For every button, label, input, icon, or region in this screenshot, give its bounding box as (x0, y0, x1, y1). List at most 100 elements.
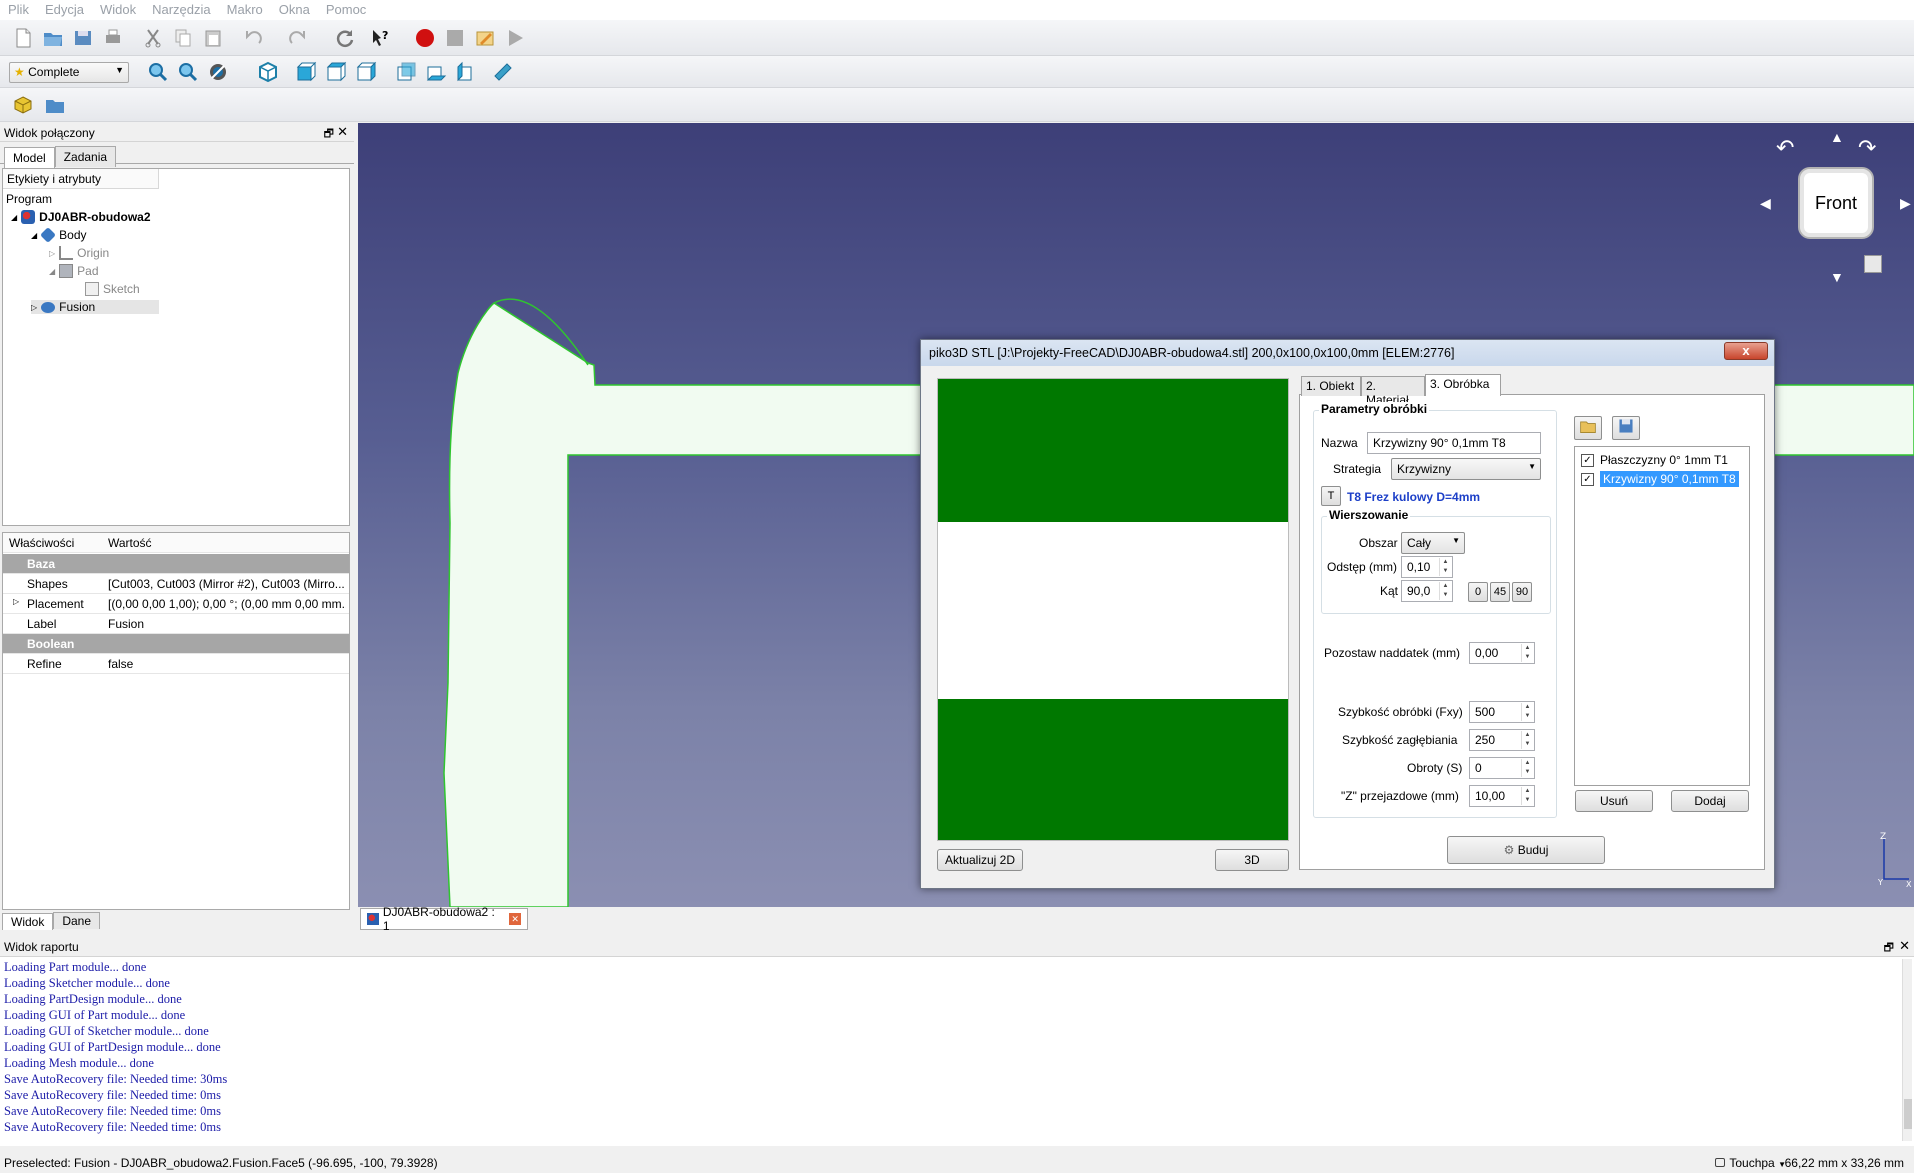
expand-icon[interactable]: ▷ (13, 597, 19, 606)
nav-right-arrow-icon[interactable]: ▶ (1900, 195, 1911, 212)
update-2d-button[interactable]: Aktualizuj 2D (937, 849, 1023, 871)
rotate-left-icon[interactable]: ↶ (1776, 135, 1794, 161)
add-button[interactable]: Dodaj (1671, 790, 1749, 812)
menu-windows[interactable]: Okna (271, 0, 318, 17)
open-ops-button[interactable] (1574, 416, 1602, 440)
spin-arrows-icon[interactable]: ▲ ▼ (1439, 558, 1451, 576)
record-macro-icon[interactable] (412, 25, 438, 51)
tab-view[interactable]: Widok (2, 913, 54, 930)
property-value[interactable]: false (108, 657, 346, 671)
collapse-icon[interactable]: ◢ (49, 267, 55, 276)
build-button[interactable]: ⚙ Buduj (1447, 836, 1605, 864)
tab-data[interactable]: Dane (53, 912, 101, 929)
undo-icon[interactable] (240, 25, 266, 51)
top-view-icon[interactable] (323, 59, 349, 85)
property-row-label[interactable]: Label Fusion (3, 614, 349, 634)
tab-model[interactable]: Model (4, 147, 55, 168)
dialog-close-button[interactable]: x (1724, 342, 1768, 360)
property-group-boolean[interactable]: Boolean (3, 634, 349, 654)
refresh-icon[interactable] (332, 25, 358, 51)
spin-arrows-icon[interactable]: ▲ ▼ (1521, 759, 1533, 777)
remove-button[interactable]: Usuń (1575, 790, 1653, 812)
fit-all-icon[interactable] (145, 59, 171, 85)
name-field[interactable]: Krzywizny 90° 0,1mm T8 (1367, 432, 1541, 454)
spin-arrows-icon[interactable]: ▲ ▼ (1521, 703, 1533, 721)
feed-spinbox[interactable]: 500 ▲ ▼ (1469, 701, 1535, 723)
front-view-icon[interactable] (293, 59, 319, 85)
tab-tasks[interactable]: Zadania (54, 146, 117, 167)
report-scrollbar[interactable] (1902, 959, 1912, 1141)
copy-icon[interactable] (170, 25, 196, 51)
left-view-icon[interactable] (453, 59, 479, 85)
nav-cube-menu-icon[interactable] (1864, 255, 1882, 273)
nav-cube[interactable]: Front (1798, 167, 1874, 239)
workbench-selector[interactable]: ★ Complete ▼ (9, 62, 129, 83)
tab-material[interactable]: 2. Materiał (1361, 376, 1425, 407)
area-select[interactable]: Cały ▼ (1401, 532, 1465, 554)
spin-arrows-icon[interactable]: ▲ ▼ (1521, 731, 1533, 749)
print-icon[interactable] (100, 25, 126, 51)
collapse-icon[interactable]: ◢ (11, 213, 17, 222)
operation-item[interactable]: ✓ Płaszczyzny 0° 1mm T1 (1581, 453, 1728, 467)
angle-spinbox[interactable]: 90,0 ▲ ▼ (1401, 580, 1453, 602)
document-tab[interactable]: DJ0ABR-obudowa2 : 1 ✕ (360, 905, 528, 933)
menu-edit[interactable]: Edycja (37, 0, 92, 17)
expand-icon[interactable]: ▷ (49, 249, 55, 258)
spin-arrows-icon[interactable]: ▲ ▼ (1439, 582, 1451, 600)
nav-up-arrow-icon[interactable]: ▲ (1830, 129, 1844, 145)
right-view-icon[interactable] (353, 59, 379, 85)
group-icon[interactable] (42, 92, 68, 118)
isometric-view-icon[interactable] (255, 59, 281, 85)
cut-icon[interactable] (140, 25, 166, 51)
scrollbar-thumb[interactable] (1904, 1099, 1912, 1129)
paste-icon[interactable] (200, 25, 226, 51)
report-view[interactable]: Loading Part module... done Loading Sket… (0, 956, 1914, 1146)
nav-left-arrow-icon[interactable]: ◀ (1760, 195, 1771, 212)
measure-icon[interactable] (490, 59, 516, 85)
z-travel-spinbox[interactable]: 10,00 ▲ ▼ (1469, 785, 1535, 807)
menu-help[interactable]: Pomoc (318, 0, 374, 17)
toolpath-preview[interactable] (937, 378, 1289, 841)
close-icon[interactable]: ✕ (337, 124, 348, 140)
menu-macro[interactable]: Makro (219, 0, 271, 17)
property-group-base[interactable]: Baza (3, 554, 349, 574)
tree-item-origin[interactable]: ▷ Origin (49, 246, 109, 260)
view-3d-button[interactable]: 3D (1215, 849, 1289, 871)
step-spinbox[interactable]: 0,10 ▲ ▼ (1401, 556, 1453, 578)
open-file-icon[interactable] (40, 25, 66, 51)
expand-icon[interactable]: ▷ (31, 303, 37, 312)
menu-tools[interactable]: Narzędzia (144, 0, 219, 17)
nav-down-arrow-icon[interactable]: ▼ (1830, 269, 1844, 285)
tree-item-pad[interactable]: ◢ Pad (49, 264, 99, 278)
angle-90-button[interactable]: 90 (1512, 582, 1532, 602)
property-value[interactable]: Fusion (108, 617, 346, 631)
menu-view[interactable]: Widok (92, 0, 144, 17)
tree-item-document[interactable]: ◢ DJ0ABR-obudowa2 (11, 210, 151, 224)
plunge-spinbox[interactable]: 250 ▲ ▼ (1469, 729, 1535, 751)
angle-45-button[interactable]: 45 (1490, 582, 1510, 602)
run-macro-icon[interactable] (502, 25, 528, 51)
part-icon[interactable] (10, 92, 36, 118)
tool-select-button[interactable]: T (1321, 486, 1341, 506)
collapse-icon[interactable]: ◢ (31, 231, 37, 240)
save-ops-button[interactable] (1612, 416, 1640, 440)
draw-style-icon[interactable] (205, 59, 231, 85)
float-icon[interactable]: 🗗 (324, 125, 334, 144)
close-icon[interactable]: ✕ (509, 913, 521, 925)
tree-item-body[interactable]: ◢ Body (31, 227, 87, 243)
close-icon[interactable]: ✕ (1899, 938, 1910, 954)
edit-macro-icon[interactable] (472, 25, 498, 51)
redo-icon[interactable] (285, 25, 311, 51)
menu-file[interactable]: Plik (0, 0, 37, 17)
bottom-view-icon[interactable] (423, 59, 449, 85)
tab-machining[interactable]: 3. Obróbka (1425, 374, 1501, 396)
rpm-spinbox[interactable]: 0 ▲ ▼ (1469, 757, 1535, 779)
new-file-icon[interactable] (10, 25, 36, 51)
angle-0-button[interactable]: 0 (1468, 582, 1488, 602)
property-value[interactable]: [(0,00 0,00 1,00); 0,00 °; (0,00 mm 0,00… (108, 597, 346, 611)
3d-viewport[interactable]: Front ▲ ▼ ◀ ▶ ↶ ↷ Z Y X piko3D STL [J:\P… (358, 123, 1914, 907)
rear-view-icon[interactable] (393, 59, 419, 85)
property-row-refine[interactable]: Refine false (3, 654, 349, 674)
allowance-spinbox[interactable]: 0,00 ▲ ▼ (1469, 642, 1535, 664)
tree-item-sketch[interactable]: Sketch (85, 282, 140, 296)
